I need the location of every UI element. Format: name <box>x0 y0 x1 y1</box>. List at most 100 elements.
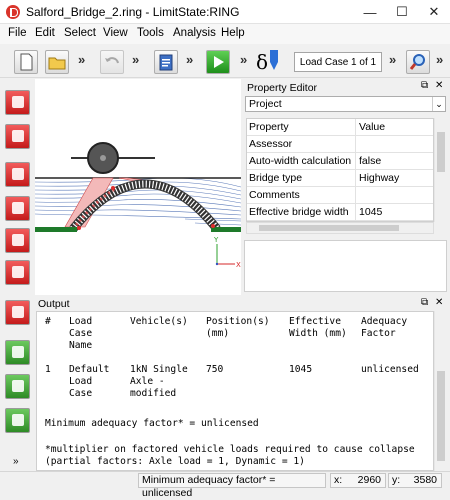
undock-icon[interactable]: ⧉ <box>421 80 428 91</box>
bridge-drawing: Y X <box>34 142 242 269</box>
output-scroll-thumb[interactable] <box>437 371 445 461</box>
cursor-icon <box>12 168 24 180</box>
footnote-line: (partial factors: Axle load = 1, Dynamic… <box>45 456 305 467</box>
view-results-button[interactable] <box>5 340 30 365</box>
property-scrollbar[interactable] <box>434 118 446 222</box>
property-table-header: Property Value <box>247 119 433 136</box>
report-button[interactable] <box>5 408 30 433</box>
open-file-button[interactable] <box>45 50 69 74</box>
property-row[interactable]: Bridge type Highway <box>247 170 433 187</box>
left-toolbar-overflow[interactable]: » <box>13 456 19 467</box>
toolbar-overflow-4[interactable]: » <box>240 52 247 67</box>
view-mechanism-button[interactable] <box>5 374 30 399</box>
move-tool-button[interactable] <box>5 162 30 187</box>
cell-vehicle: modified <box>130 388 177 399</box>
x-value: 2960 <box>357 474 381 486</box>
property-column-header: Property <box>249 121 289 133</box>
minimize-button[interactable]: — <box>354 0 386 24</box>
magnifier-icon <box>409 54 425 70</box>
zoom-tool-button[interactable] <box>5 196 30 221</box>
play-icon <box>214 56 224 68</box>
output-undock-icon[interactable]: ⧉ <box>421 297 428 308</box>
load-case-selector[interactable]: Load Case 1 of 1 <box>294 52 382 72</box>
toolbar-overflow-5[interactable]: » <box>389 52 396 67</box>
pointer-icon <box>12 96 24 108</box>
menu-view[interactable]: View <box>103 27 128 39</box>
min-factor-line: Minimum adequacy factor* = unlicensed <box>45 418 259 429</box>
properties-button[interactable] <box>154 50 178 74</box>
bridge-canvas[interactable]: Y X <box>34 79 242 295</box>
zoom-icon <box>12 202 24 214</box>
property-value[interactable]: 1045 <box>359 204 382 220</box>
x-coordinate: x: 2960 <box>330 473 386 488</box>
hscroll-thumb[interactable] <box>259 225 399 231</box>
undo-button[interactable] <box>100 50 124 74</box>
eye-icon <box>12 346 24 358</box>
toolbar-overflow[interactable]: » <box>78 52 85 67</box>
window-title: Salford_Bridge_2.ring - LimitState:RING <box>26 5 240 19</box>
output-title: Output <box>38 298 70 310</box>
object-selector[interactable]: Project ⌄ <box>245 96 446 112</box>
output-scrollbar[interactable] <box>434 311 446 471</box>
toolbar-overflow-2[interactable]: » <box>132 52 139 67</box>
menu-help[interactable]: Help <box>221 27 245 39</box>
property-row[interactable]: Auto-width calculation false <box>247 153 433 170</box>
toolbar-overflow-6[interactable]: » <box>436 52 443 67</box>
delta-icon[interactable]: δ <box>256 50 268 74</box>
property-name: Auto-width calculation <box>249 155 352 167</box>
property-row[interactable]: Assessor <box>247 136 433 153</box>
add-tool-button[interactable] <box>5 228 30 253</box>
cell-num: 1 <box>45 364 51 375</box>
property-description-box <box>244 240 447 292</box>
y-label: y: <box>392 474 401 486</box>
new-document-icon <box>20 53 33 71</box>
run-analysis-button[interactable] <box>206 50 230 74</box>
settings-tool-button[interactable] <box>5 260 30 285</box>
value-column-header: Value <box>359 121 386 133</box>
cell-adequacy: unlicensed <box>361 364 419 375</box>
output-text: # Load Case Name Vehicle(s) Position(s) … <box>36 311 434 471</box>
property-editor-title: Property Editor <box>247 82 318 94</box>
app-logo-icon <box>6 5 20 19</box>
svg-text:X: X <box>236 261 241 269</box>
property-row[interactable]: Effective bridge width 1045 <box>247 204 433 221</box>
maximize-button[interactable]: ☐ <box>386 0 418 24</box>
close-button[interactable]: ✕ <box>418 0 450 24</box>
menu-file[interactable]: File <box>8 27 27 39</box>
chevron-down-icon[interactable]: ⌄ <box>432 97 445 111</box>
cell-position: 750 <box>206 364 224 375</box>
x-label: x: <box>334 474 343 486</box>
property-name: Assessor <box>249 138 293 150</box>
menu-analysis[interactable]: Analysis <box>173 27 216 39</box>
menu-select[interactable]: Select <box>64 27 96 39</box>
plus-icon <box>12 234 24 246</box>
cell-load: Case <box>69 388 93 399</box>
axis-icon: Y X <box>213 236 241 269</box>
col-width: Width (mm) <box>289 328 347 339</box>
hinge-2 <box>111 186 115 190</box>
property-value[interactable]: Highway <box>359 170 399 186</box>
undo-icon <box>105 57 119 64</box>
property-name: Effective bridge width <box>249 206 349 218</box>
scroll-thumb[interactable] <box>437 132 445 172</box>
property-hscrollbar[interactable] <box>246 222 434 234</box>
property-row[interactable]: Comments <box>247 187 433 204</box>
select-tool-button[interactable] <box>5 90 30 115</box>
toolbar-overflow-3[interactable]: » <box>186 52 193 67</box>
property-value[interactable]: false <box>359 153 381 169</box>
cell-width: 1045 <box>289 364 313 375</box>
geometry-icon <box>12 130 24 142</box>
new-file-button[interactable] <box>14 50 38 74</box>
fill-tool-button[interactable] <box>5 300 30 325</box>
menu-edit[interactable]: Edit <box>35 27 55 39</box>
col-load: Name <box>69 340 93 351</box>
status-message: Minimum adequacy factor* = unlicensed <box>138 473 326 499</box>
edit-geometry-button[interactable] <box>5 124 30 149</box>
cell-load: Load <box>69 376 93 387</box>
panel-close-icon[interactable]: ✕ <box>435 80 443 91</box>
menu-tools[interactable]: Tools <box>137 27 164 39</box>
output-close-icon[interactable]: ✕ <box>435 297 443 308</box>
y-value: 3580 <box>413 474 437 486</box>
wheel-hub <box>100 155 106 161</box>
zoom-button[interactable] <box>406 50 430 74</box>
